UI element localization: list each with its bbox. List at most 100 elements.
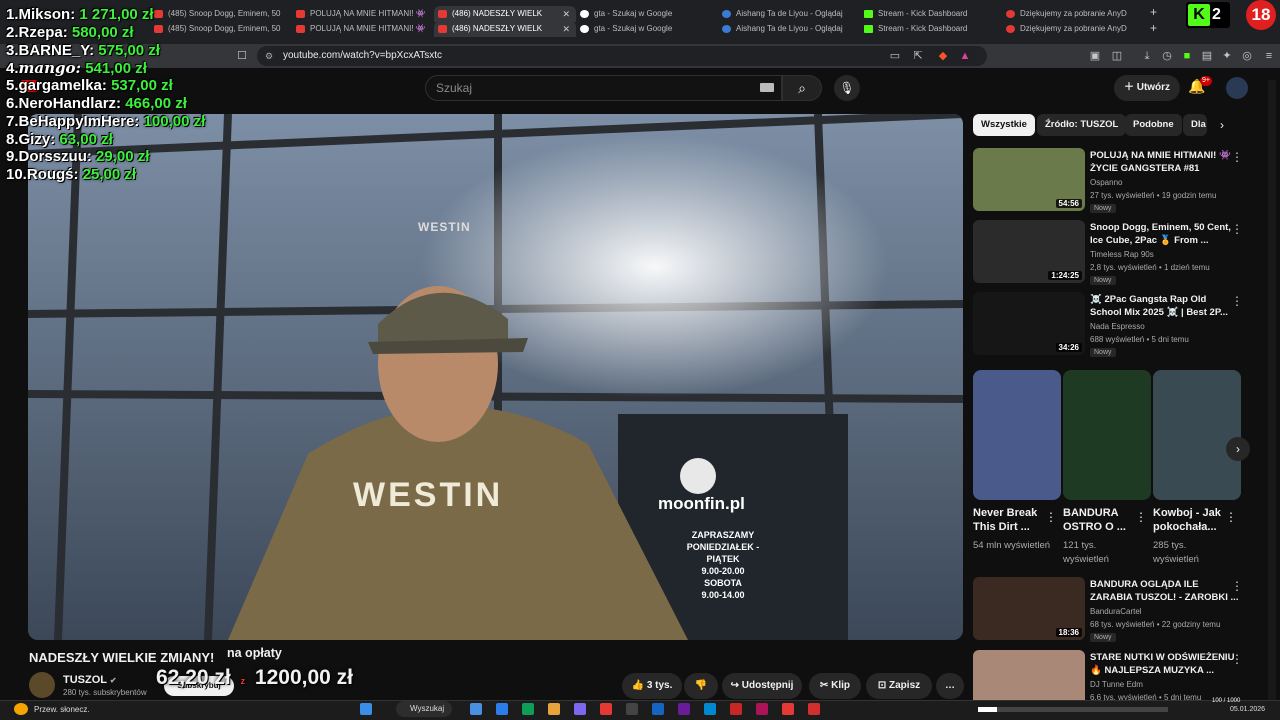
taskbar-app-icon[interactable] xyxy=(626,703,638,715)
taskbar-app-icon[interactable] xyxy=(756,703,768,715)
brave-rewards-icon[interactable]: ▲ xyxy=(958,49,972,63)
chip-for-you[interactable]: Dla xyxy=(1183,114,1207,136)
short-title[interactable]: BANDURA OSTRO O ... xyxy=(1063,506,1133,534)
chip-related[interactable]: Podobne xyxy=(1125,114,1182,136)
recommended-channel[interactable]: Timeless Rap 90s xyxy=(1090,250,1154,259)
close-tab-icon[interactable]: ✕ xyxy=(562,6,570,22)
share-button[interactable]: ↪ Udostępnij xyxy=(722,673,802,699)
start-icon[interactable] xyxy=(360,703,372,715)
new-tab-button[interactable]: + xyxy=(1150,5,1157,19)
vpn-icon[interactable]: ◎ xyxy=(1240,49,1254,63)
url-bar[interactable]: ⚙ youtube.com/watch?v=bpXcxATsxtc xyxy=(257,46,987,66)
browser-tab[interactable]: Stream - Kick Dashboard xyxy=(860,6,1002,22)
video-thumbnail[interactable]: 54:56 xyxy=(973,148,1085,211)
account-avatar[interactable] xyxy=(1226,77,1248,99)
recommended-title[interactable]: POLUJĄ NA MNIE HITMANI! 👾 ŻYCIE GANGSTER… xyxy=(1090,150,1240,175)
taskbar-app-icon[interactable] xyxy=(704,703,716,715)
browser-tab[interactable]: POLUJĄ NA MNIE HITMANI! 👾 xyxy=(292,6,434,22)
new-tab-button-2[interactable]: + xyxy=(1150,21,1157,35)
taskbar-app-icon[interactable] xyxy=(652,703,664,715)
microphone-icon[interactable]: 🎙 xyxy=(834,75,860,101)
recommended-title[interactable]: STARE NUTKI W ODŚWIEŻENIU 🔥 NAJLEPSZA MU… xyxy=(1090,652,1240,677)
leo-icon[interactable]: ✦ xyxy=(1220,49,1234,63)
downloads-icon[interactable]: ⤓ xyxy=(1140,49,1154,63)
recommended-channel[interactable]: BanduraCartel xyxy=(1090,607,1142,616)
chip-source[interactable]: Źródło: TUSZOL xyxy=(1037,114,1127,136)
video-thumbnail[interactable]: 34:26 xyxy=(973,292,1085,355)
kick-extension-icon[interactable]: ■ xyxy=(1180,49,1194,63)
channel-name[interactable]: TUSZOL ✔ xyxy=(63,674,117,686)
brave-shield-icon[interactable]: ◆ xyxy=(936,49,950,63)
recommended-video[interactable]: 1:24:25 Snoop Dogg, Eminem, 50 Cent, Ice … xyxy=(973,220,1263,288)
extensions-icon[interactable]: ▣ xyxy=(1088,49,1102,63)
taskbar-app-icon[interactable] xyxy=(574,703,586,715)
browser-tab[interactable]: (486) NADESZŁY WIELK ✕ xyxy=(434,21,576,37)
more-options-icon[interactable]: ⋮ xyxy=(1225,510,1237,524)
more-options-icon[interactable]: ⋮ xyxy=(1135,510,1147,524)
short-thumbnail[interactable] xyxy=(973,370,1061,500)
more-options-icon[interactable]: ⋮ xyxy=(1231,579,1243,593)
recommended-video[interactable]: 34:26 ☠️ 2Pac Gangsta Rap Old School Mix … xyxy=(973,292,1263,360)
close-tab-icon[interactable]: ✕ xyxy=(562,21,570,37)
video-thumbnail[interactable]: 1:24:25 xyxy=(973,220,1085,283)
browser-tab[interactable]: Aishang Ta de Liyou - Oglądaj xyxy=(718,6,860,22)
yt-search-input[interactable]: Szukaj xyxy=(425,75,782,101)
taskbar-app-icon[interactable] xyxy=(470,703,482,715)
short-title[interactable]: Kowboj - Jak pokochała... xyxy=(1153,506,1223,534)
dislike-button[interactable]: 👎 xyxy=(684,673,718,699)
short-thumbnail[interactable] xyxy=(1063,370,1151,500)
screenshot-icon[interactable]: ◫ xyxy=(1110,49,1124,63)
shorts-next-icon[interactable]: › xyxy=(1226,437,1250,461)
create-button[interactable]: ＋ Utwórz xyxy=(1114,75,1180,101)
browser-tab[interactable]: Stream - Kick Dashboard xyxy=(860,21,1002,37)
taskbar-app-icon[interactable] xyxy=(678,703,690,715)
video-thumbnail[interactable]: 18:36 xyxy=(973,577,1085,640)
short-thumbnail[interactable] xyxy=(1153,370,1241,500)
recommended-channel[interactable]: Nada Espresso xyxy=(1090,322,1145,331)
browser-tab[interactable]: (486) NADESZŁY WIELK ✕ xyxy=(434,6,576,22)
browser-tab[interactable]: Dziękujemy za pobranie AnyD xyxy=(1002,6,1144,22)
browser-tab[interactable]: gta - Szukaj w Google xyxy=(576,6,718,22)
browser-tab[interactable]: Aishang Ta de Liyou - Oglądaj xyxy=(718,21,860,37)
taskbar-app-icon[interactable] xyxy=(730,703,742,715)
more-options-icon[interactable]: ⋮ xyxy=(1045,510,1057,524)
taskbar-app-icon[interactable] xyxy=(548,703,560,715)
recommended-video[interactable]: 54:56 POLUJĄ NA MNIE HITMANI! 👾 ŻYCIE GAN… xyxy=(973,148,1263,216)
more-options-icon[interactable]: ⋮ xyxy=(1231,294,1243,308)
recommended-title[interactable]: BANDURA OGLĄDA ILE ZARABIA TUSZOL! - ZAR… xyxy=(1090,579,1240,604)
like-button[interactable]: 👍 3 tys. xyxy=(622,673,682,699)
taskbar-app-icon[interactable] xyxy=(522,703,534,715)
recommended-channel[interactable]: DJ Tunne Edm xyxy=(1090,680,1143,689)
history-icon[interactable]: ◷ xyxy=(1160,49,1174,63)
short-title[interactable]: Never Break This Dirt ... xyxy=(973,506,1043,534)
weather-text[interactable]: Przew. słonecz. xyxy=(34,705,90,714)
chip-all[interactable]: Wszystkie xyxy=(973,114,1035,136)
clip-button[interactable]: ✂ Klip xyxy=(809,673,861,699)
cast-icon[interactable]: ▭ xyxy=(888,49,902,63)
save-button[interactable]: ⊡ Zapisz xyxy=(866,673,932,699)
keyboard-icon[interactable] xyxy=(760,83,774,92)
taskbar-app-icon[interactable] xyxy=(600,703,612,715)
browser-tab[interactable]: POLUJĄ NA MNIE HITMANI! 👾 xyxy=(292,21,434,37)
channel-avatar[interactable] xyxy=(29,672,55,698)
taskbar-app-icon[interactable] xyxy=(808,703,820,715)
video-player[interactable]: moonfin.pl WESTIN WESTIN ZAPRASZAMY PONIE… xyxy=(28,114,963,640)
more-options-icon[interactable]: ⋮ xyxy=(1231,652,1243,666)
site-info-icon[interactable]: ⚙ xyxy=(265,46,273,66)
recommended-video[interactable]: 18:36 BANDURA OGLĄDA ILE ZARABIA TUSZOL! … xyxy=(973,577,1263,645)
scrollbar[interactable] xyxy=(1268,80,1276,700)
recommended-title[interactable]: Snoop Dogg, Eminem, 50 Cent, Ice Cube, 2… xyxy=(1090,222,1240,247)
chevron-right-icon[interactable]: › xyxy=(1220,118,1224,132)
more-actions-button[interactable]: … xyxy=(936,673,964,699)
more-options-icon[interactable]: ⋮ xyxy=(1231,150,1243,164)
browser-tab[interactable]: gta - Szukaj w Google xyxy=(576,21,718,37)
browser-tab[interactable]: Dziękujemy za pobranie AnyD xyxy=(1002,21,1144,37)
menu-icon[interactable]: ≡ xyxy=(1262,49,1276,63)
more-options-icon[interactable]: ⋮ xyxy=(1231,222,1243,236)
search-icon[interactable]: ⌕ xyxy=(782,75,822,101)
share-page-icon[interactable]: ⇱ xyxy=(911,49,925,63)
taskbar-search[interactable]: Wyszukaj xyxy=(396,701,452,717)
recommended-title[interactable]: ☠️ 2Pac Gangsta Rap Old School Mix 2025 … xyxy=(1090,294,1240,319)
wallet-icon[interactable]: ▤ xyxy=(1200,49,1214,63)
taskbar-app-icon[interactable] xyxy=(782,703,794,715)
